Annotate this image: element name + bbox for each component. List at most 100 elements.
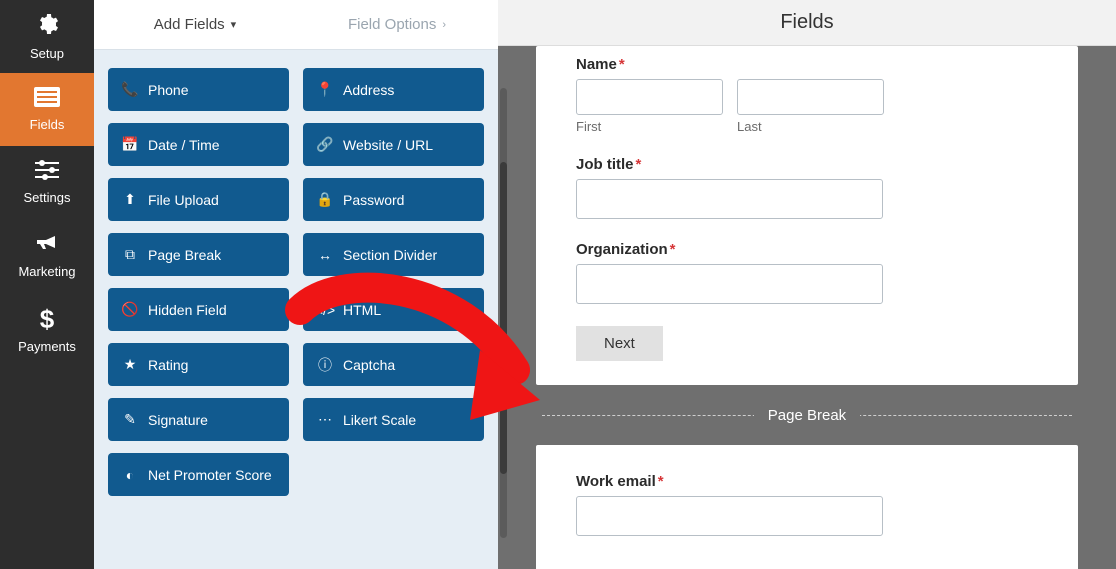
phone-icon: 📞 — [122, 81, 138, 98]
field-type-page-break[interactable]: ⧉ Page Break — [108, 233, 289, 276]
preview-header: Fields — [498, 0, 1116, 46]
code-icon: </> — [317, 302, 333, 318]
page-break-label: Page Break — [754, 407, 860, 424]
button-label: Next — [604, 335, 635, 352]
sliders-icon — [35, 160, 59, 186]
field-type-label: File Upload — [148, 192, 219, 208]
chevron-down-icon: ▾ — [231, 18, 237, 31]
page-break-divider[interactable]: Page Break — [536, 385, 1078, 445]
sidebar-label: Fields — [30, 117, 65, 132]
tab-label: Add Fields — [154, 16, 225, 33]
field-type-label: Password — [343, 192, 404, 208]
label-text: Organization — [576, 241, 668, 258]
sidebar-label: Settings — [24, 190, 71, 205]
label-text: Name — [576, 56, 617, 73]
organization-input[interactable] — [576, 264, 883, 304]
lock-icon: 🔒 — [317, 191, 333, 208]
field-type-net-promoter-score[interactable]: ◐ Net Promoter Score — [108, 453, 289, 496]
field-type-file-upload[interactable]: ⬆ File Upload — [108, 178, 289, 221]
field-type-html[interactable]: </> HTML — [303, 288, 484, 331]
field-type-label: Signature — [148, 412, 208, 428]
tab-label: Field Options — [348, 16, 436, 33]
field-type-label: HTML — [343, 302, 381, 318]
sidebar-item-settings[interactable]: Settings — [0, 146, 94, 219]
tab-add-fields[interactable]: Add Fields ▾ — [94, 0, 296, 49]
info-icon: ⓘ — [317, 355, 333, 375]
field-palette-grid: 📞 Phone 📍 Address 📅 Date / Time 🔗 Website / URL… — [94, 50, 498, 514]
sublabel-first: First — [576, 119, 723, 134]
field-work-email[interactable]: Work email* — [576, 473, 1038, 536]
field-type-label: Address — [343, 82, 394, 98]
page-title: Fields — [780, 11, 833, 34]
form-icon — [34, 87, 60, 113]
field-type-hidden-field[interactable]: 🚫 Hidden Field — [108, 288, 289, 331]
field-type-label: Page Break — [148, 247, 221, 263]
field-label: Organization* — [576, 241, 1038, 258]
star-icon: ★ — [122, 356, 138, 373]
copy-icon: ⧉ — [122, 246, 138, 263]
field-type-label: Captcha — [343, 357, 395, 373]
calendar-icon: 📅 — [122, 136, 138, 153]
field-type-label: Hidden Field — [148, 302, 227, 318]
chevron-right-icon: › — [442, 19, 446, 31]
field-type-label: Rating — [148, 357, 188, 373]
field-name[interactable]: Name* First Last — [576, 56, 1038, 134]
field-label: Work email* — [576, 473, 1038, 490]
preview-column: Fields Name* First Last — [498, 0, 1116, 569]
sidebar-item-marketing[interactable]: Marketing — [0, 219, 94, 292]
app-sidebar: Setup Fields Settings Marketing $ Paymen… — [0, 0, 94, 569]
label-text: Work email — [576, 473, 656, 490]
sidebar-label: Setup — [30, 46, 64, 61]
field-type-likert-scale[interactable]: ⋯ Likert Scale — [303, 398, 484, 441]
link-icon: 🔗 — [317, 136, 333, 153]
field-job-title[interactable]: Job title* — [576, 156, 1038, 219]
next-button[interactable]: Next — [576, 326, 663, 361]
field-type-label: Website / URL — [343, 137, 433, 153]
palette-tabs: Add Fields ▾ Field Options › — [94, 0, 498, 50]
form-page-1: Name* First Last — [536, 46, 1078, 385]
tab-field-options[interactable]: Field Options › — [296, 0, 498, 49]
dots-icon: ⋯ — [317, 411, 333, 428]
pencil-icon: ✎ — [122, 411, 138, 428]
gauge-icon: ◐ — [122, 467, 138, 483]
pin-icon: 📍 — [317, 81, 333, 98]
field-type-label: Date / Time — [148, 137, 220, 153]
field-type-website-url[interactable]: 🔗 Website / URL — [303, 123, 484, 166]
first-name-input[interactable] — [576, 79, 723, 115]
bullhorn-icon — [35, 232, 59, 260]
field-type-label: Phone — [148, 82, 188, 98]
field-label: Name* — [576, 56, 1038, 73]
gear-icon — [35, 12, 59, 42]
job-title-input[interactable] — [576, 179, 883, 219]
field-type-password[interactable]: 🔒 Password — [303, 178, 484, 221]
field-type-section-divider[interactable]: ↔Section Divider — [303, 233, 484, 276]
swap-icon: ↔ — [317, 247, 333, 263]
sidebar-item-setup[interactable]: Setup — [0, 0, 94, 73]
field-type-address[interactable]: 📍 Address — [303, 68, 484, 111]
field-palette-panel: Add Fields ▾ Field Options › 📞 Phone 📍 Addr… — [94, 0, 498, 569]
field-type-date-time[interactable]: 📅 Date / Time — [108, 123, 289, 166]
sidebar-label: Payments — [18, 339, 76, 354]
field-organization[interactable]: Organization* — [576, 241, 1038, 304]
upload-icon: ⬆ — [122, 191, 138, 208]
sidebar-item-payments[interactable]: $ Payments — [0, 292, 94, 365]
last-name-input[interactable] — [737, 79, 884, 115]
sidebar-item-fields[interactable]: Fields — [0, 73, 94, 146]
sublabel-last: Last — [737, 119, 884, 134]
field-label: Job title* — [576, 156, 1038, 173]
work-email-input[interactable] — [576, 496, 883, 536]
dollar-icon: $ — [40, 304, 54, 335]
field-type-rating[interactable]: ★ Rating — [108, 343, 289, 386]
required-marker: * — [636, 156, 642, 173]
label-text: Job title — [576, 156, 634, 173]
required-marker: * — [658, 473, 664, 490]
field-type-captcha[interactable]: ⓘ Captcha — [303, 343, 484, 386]
field-type-label: Net Promoter Score — [148, 467, 272, 483]
eye-off-icon: 🚫 — [122, 301, 138, 318]
field-type-signature[interactable]: ✎ Signature — [108, 398, 289, 441]
field-type-label: Likert Scale — [343, 412, 416, 428]
preview-area: Name* First Last — [498, 46, 1116, 569]
required-marker: * — [670, 241, 676, 258]
field-type-phone[interactable]: 📞 Phone — [108, 68, 289, 111]
required-marker: * — [619, 56, 625, 73]
